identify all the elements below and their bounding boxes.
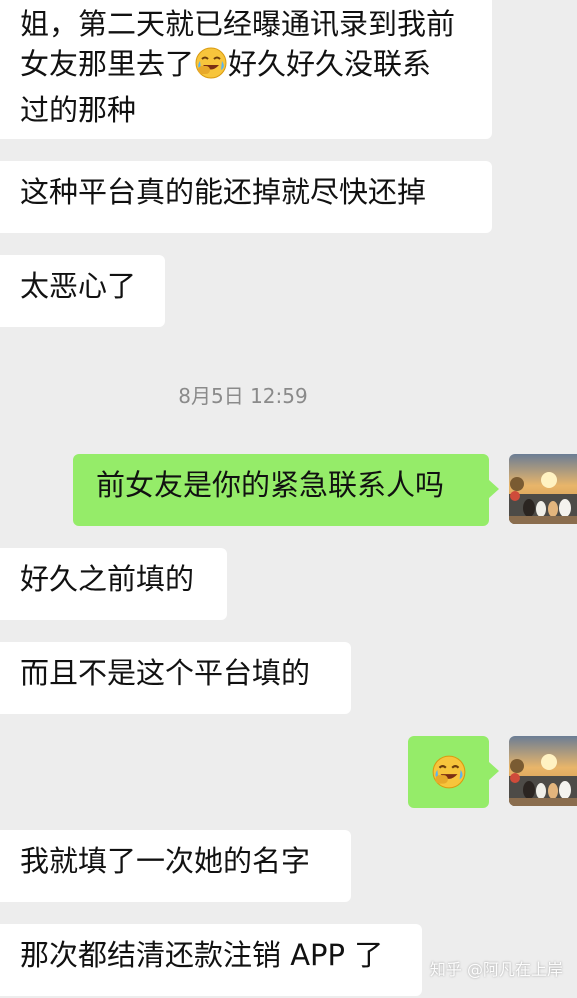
message-bubble-outgoing[interactable]: 前女友是你的紧急联系人吗 — [73, 454, 499, 526]
message-text: 好久之前填的 — [20, 562, 195, 596]
message-text-line: 过的那种 — [20, 93, 137, 127]
facepalm-laugh-emoji-icon — [431, 754, 467, 800]
message-text: 这种平台真的能还掉就尽快还掉 — [20, 175, 427, 209]
message-text: 前女友是你的紧急联系人吗 — [96, 468, 445, 502]
message-bubble-outgoing[interactable] — [408, 736, 499, 808]
facepalm-laugh-emoji-icon — [194, 46, 228, 90]
message-bubble-incoming[interactable]: 我就填了一次她的名字 — [0, 830, 351, 902]
avatar-sunset-cats-image — [509, 736, 577, 806]
avatar[interactable] — [509, 454, 577, 524]
timestamp: 8月5日 12:59 — [178, 384, 308, 408]
message-bubble-incoming[interactable]: 这种平台真的能还掉就尽快还掉 — [0, 161, 492, 233]
message-text: 我就填了一次她的名字 — [20, 844, 311, 878]
message-bubble-incoming[interactable]: 太恶心了 — [0, 255, 165, 327]
avatar[interactable] — [509, 736, 577, 806]
message-bubble-incoming[interactable]: 那次都结清还款注销 APP 了 — [0, 924, 422, 996]
message-text-line: 姐，第二天就已经曝通讯录到我前 — [20, 7, 456, 41]
message-text: 那次都结清还款注销 APP 了 — [20, 938, 384, 972]
message-text: 而且不是这个平台填的 — [20, 656, 311, 690]
message-bubble-incoming[interactable]: 好久之前填的 — [0, 548, 227, 620]
avatar-sunset-cats-image — [509, 454, 577, 524]
message-text: 太恶心了 — [20, 269, 137, 303]
message-bubble-incoming[interactable]: 姐，第二天就已经曝通讯录到我前 女友那里去了 好久好久没联系 过的那种 — [0, 0, 492, 139]
message-bubble-incoming[interactable]: 而且不是这个平台填的 — [0, 642, 351, 714]
message-text-line: 好久好久没联系 — [228, 47, 432, 81]
zhihu-watermark: 知乎 @阿凡在上岸 — [429, 960, 563, 979]
message-text-line: 女友那里去了 — [20, 47, 195, 81]
